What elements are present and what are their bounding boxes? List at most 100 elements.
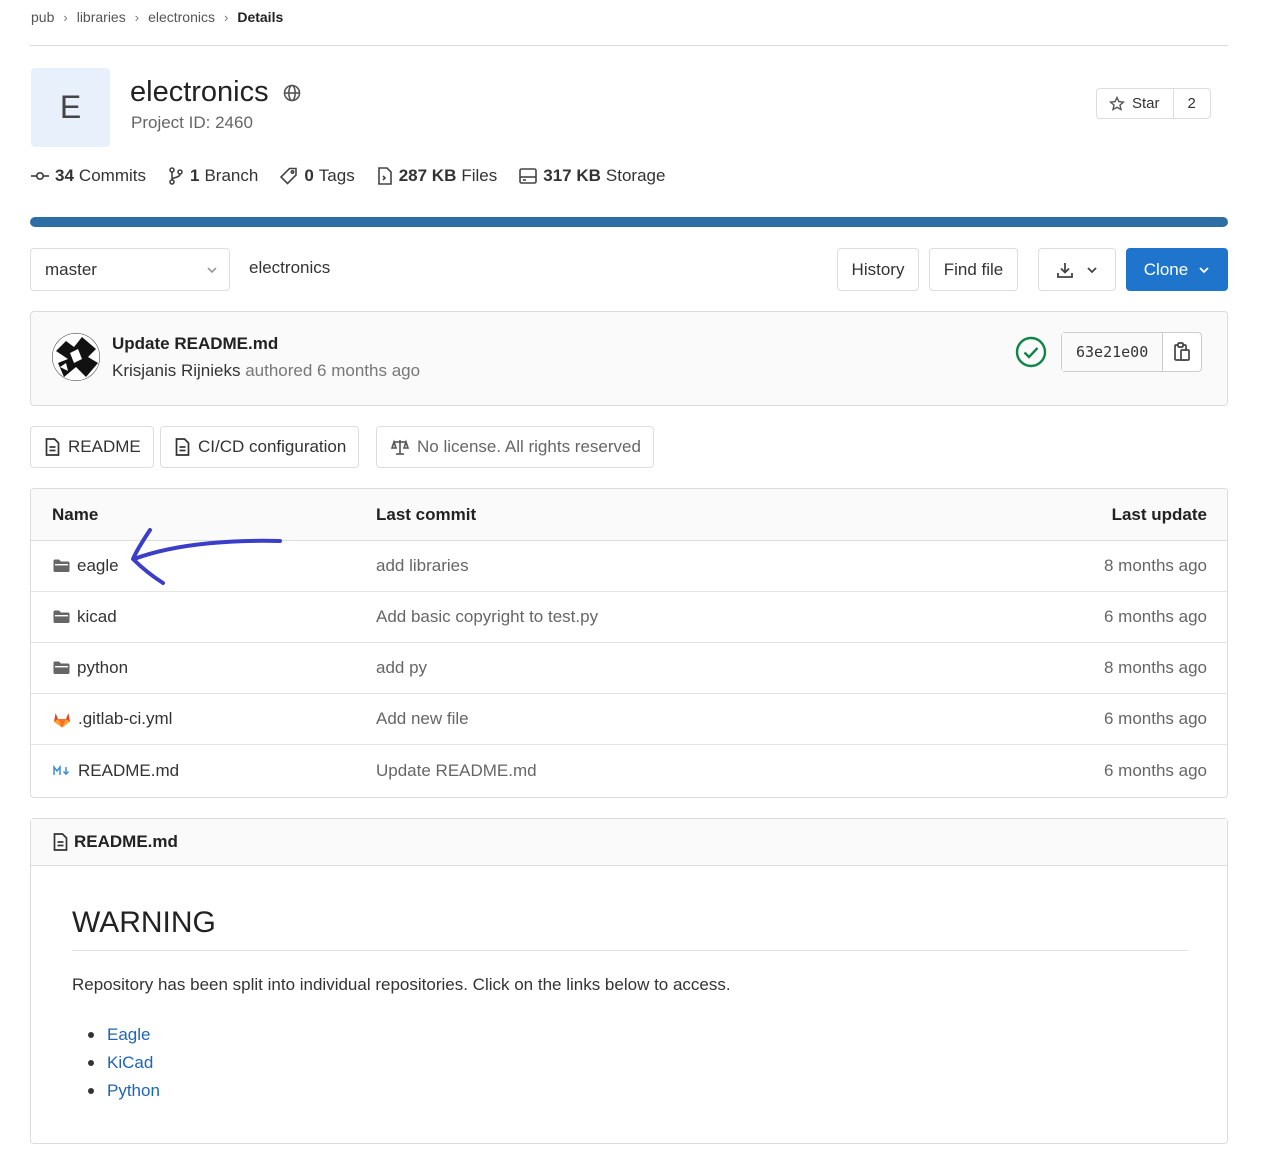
updated-time: 8 months ago (1103, 658, 1207, 677)
avatar[interactable] (52, 333, 100, 381)
stat-commits[interactable]: 34 Commits (31, 166, 146, 186)
commit-icon (31, 171, 49, 181)
commit-message[interactable]: Add basic copyright to test.py (376, 607, 598, 627)
commit-message[interactable]: add py (376, 658, 427, 678)
list-item: KiCad (88, 1049, 160, 1077)
storage-icon (519, 168, 538, 184)
clone-label: Clone (1143, 259, 1189, 279)
column-header-last-update: Last update (1111, 504, 1207, 524)
project-id: Project ID: 2460 (131, 113, 253, 132)
globe-icon (283, 84, 301, 102)
list-item: Python (88, 1077, 160, 1105)
star-control: Star 2 (1096, 88, 1211, 119)
commit-author[interactable]: Krisjanis Rijnieks (112, 361, 240, 380)
commit-title[interactable]: Update README.md (112, 334, 278, 354)
star-count[interactable]: 2 (1174, 89, 1210, 118)
language-bar (30, 217, 1228, 227)
license-link[interactable]: No license. All rights reserved (376, 426, 654, 468)
file-name[interactable]: kicad (53, 607, 117, 627)
chevron-down-icon (207, 266, 217, 273)
gitlab-icon (54, 712, 70, 727)
file-name[interactable]: eagle (53, 556, 119, 576)
folder-icon (53, 610, 70, 623)
breadcrumb-electronics[interactable]: electronics (148, 9, 215, 25)
stat-branches[interactable]: 1 Branch (168, 166, 258, 186)
last-commit-panel (30, 311, 1228, 406)
breadcrumb-details[interactable]: Details (237, 9, 283, 25)
list-item: Eagle (88, 1021, 160, 1049)
updated-time: 8 months ago (1103, 556, 1207, 575)
readme-filename[interactable]: README.md (74, 832, 178, 852)
project-title: electronics (130, 76, 301, 109)
project-name: electronics (130, 76, 269, 108)
chevron-right-icon: › (63, 9, 68, 25)
download-icon (1057, 262, 1073, 278)
divider (30, 45, 1228, 46)
updated-time: 6 months ago (1103, 709, 1207, 728)
chevron-down-icon (1087, 266, 1097, 273)
updated-time: 6 months ago (1103, 760, 1207, 780)
clipboard-icon (1174, 342, 1191, 361)
commit-message[interactable]: Add new file (376, 709, 469, 729)
folder-icon (53, 559, 70, 572)
file-name[interactable]: README.md (53, 761, 179, 781)
link-kicad[interactable]: KiCad (107, 1053, 153, 1073)
link-python[interactable]: Python (107, 1081, 160, 1101)
file-icon (377, 167, 392, 185)
pipeline-passed-icon[interactable] (1015, 336, 1047, 368)
star-button[interactable]: Star (1097, 89, 1174, 118)
chevron-right-icon: › (223, 9, 229, 25)
copy-sha-button[interactable] (1163, 333, 1201, 371)
repo-path[interactable]: electronics (249, 258, 330, 278)
document-icon (175, 438, 190, 456)
readme-header: README.md (31, 819, 1227, 866)
readme-link[interactable]: README (30, 426, 154, 468)
stat-tags[interactable]: 0 Tags (280, 166, 355, 186)
readme-link-list: Eagle KiCad Python (88, 1021, 160, 1105)
project-avatar: E (31, 68, 110, 147)
branch-dropdown[interactable]: master (30, 248, 230, 291)
divider (72, 950, 1188, 951)
commit-message[interactable]: add libraries (376, 556, 469, 576)
table-row[interactable]: .gitlab-ci.yml Add new file 6 months ago (31, 694, 1227, 745)
folder-icon (53, 661, 70, 674)
tag-icon (280, 167, 298, 185)
table-row[interactable]: kicad Add basic copyright to test.py 6 m… (31, 592, 1227, 643)
column-header-name: Name (52, 504, 99, 524)
chevron-right-icon: › (134, 9, 140, 25)
scale-icon (391, 439, 409, 455)
annotation-arrow (131, 528, 282, 585)
branch-name: master (45, 259, 97, 279)
stat-files[interactable]: 287 KB Files (377, 166, 497, 186)
branch-icon (169, 167, 183, 185)
commit-meta: Krisjanis Rijnieks authored 6 months ago (112, 361, 420, 381)
stat-storage[interactable]: 317 KB Storage (519, 166, 665, 186)
link-eagle[interactable]: Eagle (107, 1025, 150, 1045)
commit-message[interactable]: Update README.md (376, 761, 537, 781)
readme-paragraph: Repository has been split into individua… (72, 975, 731, 994)
download-button[interactable] (1038, 248, 1116, 291)
find-file-button[interactable]: Find file (929, 248, 1018, 291)
star-icon (1109, 95, 1125, 111)
chevron-down-icon (1199, 266, 1209, 273)
file-name[interactable]: python (53, 658, 128, 678)
column-header-last-commit: Last commit (376, 504, 477, 524)
document-icon (45, 438, 60, 456)
star-label: Star (1132, 95, 1160, 112)
table-row[interactable]: python add py 8 months ago (31, 643, 1227, 694)
file-name[interactable]: .gitlab-ci.yml (53, 709, 172, 729)
history-button[interactable]: History (837, 248, 919, 291)
commit-time: authored 6 months ago (245, 361, 421, 380)
table-row[interactable]: README.md Update README.md 6 months ago (31, 745, 1227, 796)
markdown-icon (53, 764, 70, 775)
project-stats: 34 Commits 1 Branch 0 Tags 287 KB Files 317 … (31, 166, 687, 186)
clone-button[interactable]: Clone (1126, 248, 1228, 291)
readme-heading: WARNING (72, 906, 216, 939)
cicd-config-link[interactable]: CI/CD configuration (160, 426, 360, 468)
breadcrumb-libraries[interactable]: libraries (77, 9, 126, 25)
commit-sha[interactable]: 63e21e00 (1062, 333, 1164, 371)
document-icon (53, 833, 68, 851)
updated-time: 6 months ago (1103, 607, 1207, 626)
breadcrumb-pub[interactable]: pub (31, 9, 54, 25)
commit-sha-group: 63e21e00 (1061, 332, 1203, 372)
